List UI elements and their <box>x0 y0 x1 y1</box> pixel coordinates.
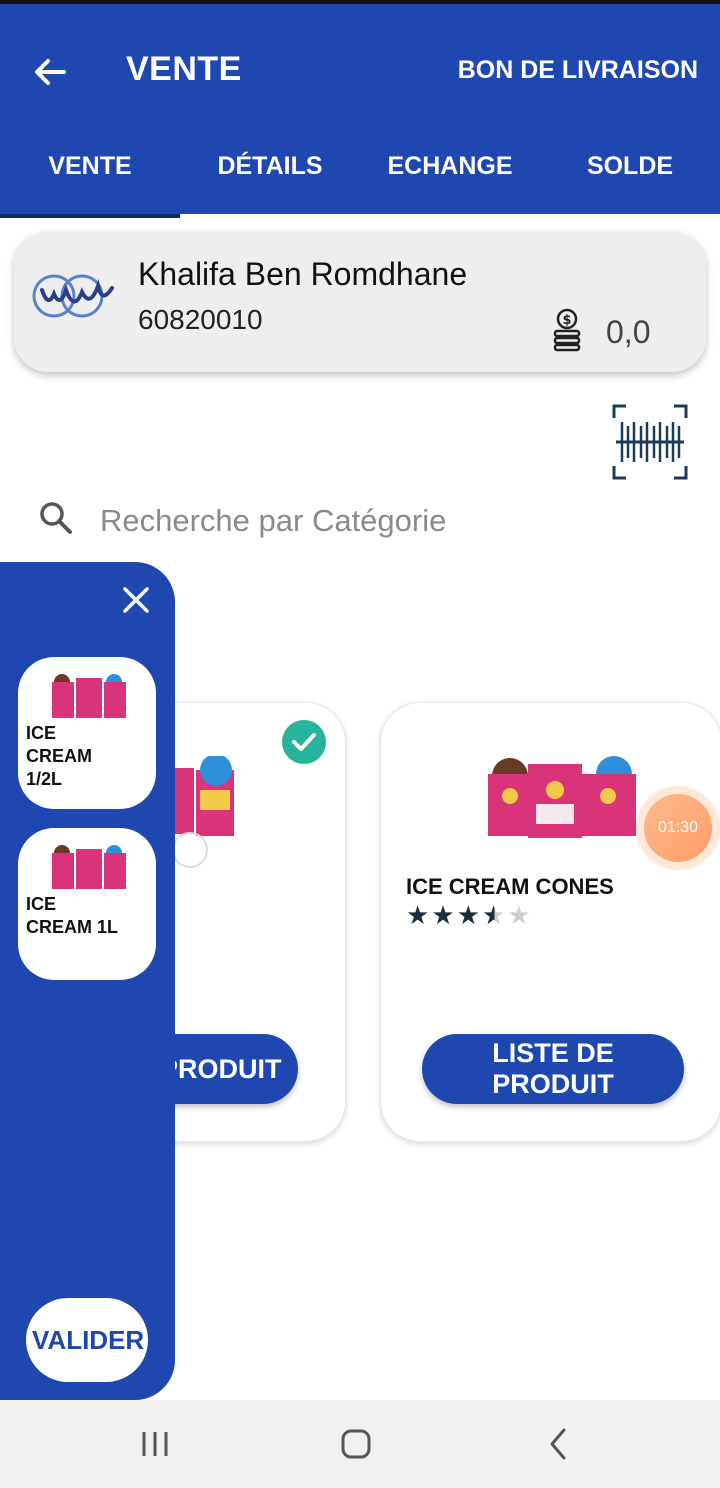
tab-details[interactable]: DÉTAILS <box>180 152 360 181</box>
star-full-icon: ★ <box>431 900 457 930</box>
category-label: ICE CREAM 1/2L <box>26 723 92 789</box>
ice-cream-tubs-image <box>52 674 126 718</box>
search-icon <box>40 502 72 534</box>
back-nav-icon[interactable] <box>538 1424 578 1464</box>
tab-solde[interactable]: SOLDE <box>540 152 720 181</box>
star-full-icon: ★ <box>456 900 482 930</box>
recent-apps-icon[interactable] <box>136 1424 176 1464</box>
liste-de-produit-button[interactable]: LISTE DE PRODUIT <box>422 1034 684 1104</box>
category-label: ICE CREAM 1L <box>26 894 119 937</box>
barcode-scanner-icon[interactable] <box>612 404 688 480</box>
product-rating: ★★★★★ <box>406 900 533 931</box>
star-empty-icon: ★ <box>507 900 533 930</box>
tab-bar: VENTE DÉTAILS ECHANGE SOLDE <box>0 134 720 218</box>
star-full-icon: ★ <box>406 900 432 930</box>
client-phone: 60820010 <box>138 304 263 335</box>
valider-button[interactable]: VALIDER <box>26 1298 148 1382</box>
tab-vente[interactable]: VENTE <box>0 152 180 181</box>
active-tab-indicator <box>0 214 180 218</box>
client-card[interactable]: Khalifa Ben Romdhane 60820010 $ 0,0 <box>14 232 706 372</box>
home-icon[interactable] <box>336 1424 376 1464</box>
back-arrow-icon[interactable] <box>30 52 70 92</box>
app-header: VENTE BON DE LIVRAISON VENTE DÉTAILS ECH… <box>0 0 720 218</box>
system-navigation-bar <box>0 1400 720 1488</box>
svg-text:$: $ <box>562 313 571 328</box>
coins-dollar-icon: $ <box>553 308 581 352</box>
timer-badge: 01:30 <box>644 794 712 862</box>
radio-indicator <box>172 832 208 868</box>
client-balance: 0,0 <box>606 314 651 350</box>
star-half-icon: ★ <box>481 900 508 930</box>
client-name: Khalifa Ben Romdhane <box>138 256 468 292</box>
selected-check-icon <box>282 720 326 764</box>
category-search-input[interactable] <box>98 498 662 544</box>
product-name: ICE CREAM CONES <box>406 874 614 899</box>
ice-cream-tubs-image <box>52 845 126 889</box>
ice-cream-cones-image <box>488 756 636 838</box>
close-icon[interactable] <box>122 586 150 614</box>
tab-echange[interactable]: ECHANGE <box>360 152 540 181</box>
company-logo <box>32 274 114 318</box>
page-title: VENTE <box>126 50 242 88</box>
bon-de-livraison-button[interactable]: BON DE LIVRAISON <box>458 56 698 85</box>
